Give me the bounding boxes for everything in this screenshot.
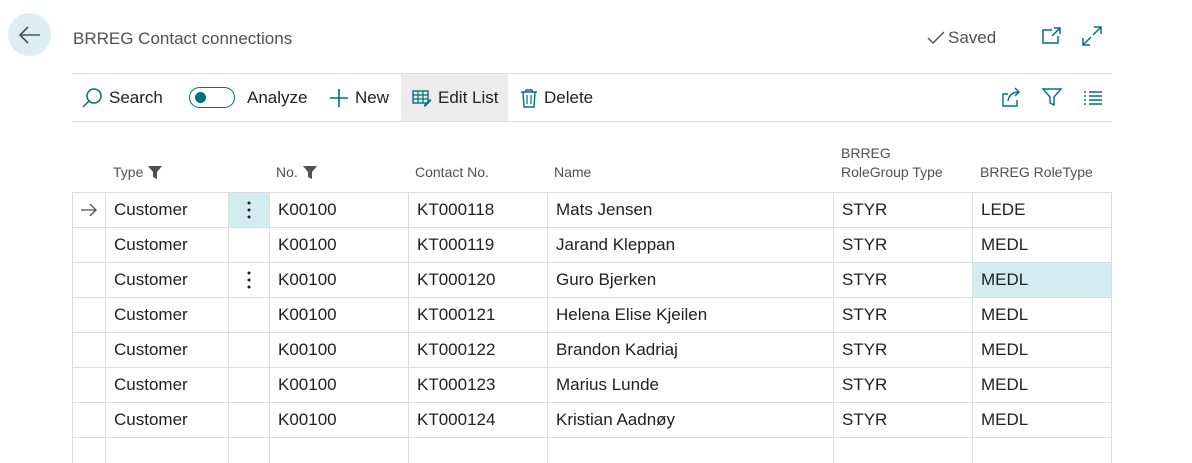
column-header-no-label: No. <box>276 164 298 180</box>
cell-roletype[interactable]: MEDL <box>973 297 1111 332</box>
cell-rolegroup-type[interactable]: STYR <box>834 402 972 437</box>
column-header-no[interactable]: No. <box>276 163 317 182</box>
search-button[interactable]: Search <box>81 74 163 121</box>
back-button[interactable] <box>8 13 51 56</box>
open-in-new-window-icon[interactable] <box>1040 25 1062 47</box>
cell-roletype-selected[interactable]: MEDL <box>973 262 1111 297</box>
cell-contact-no[interactable]: KT000119 <box>409 227 547 262</box>
analyze-toggle[interactable]: Analyze <box>189 74 307 121</box>
column-header-rolegroup-line2: RoleGroup Type <box>841 164 943 180</box>
edit-list-label: Edit List <box>438 87 499 107</box>
cell-rolegroup-type[interactable]: STYR <box>834 192 972 227</box>
cell-no[interactable]: K00100 <box>270 402 408 437</box>
search-icon <box>82 87 102 108</box>
cell-no[interactable]: K00100 <box>270 192 408 227</box>
cell-contact-no[interactable]: KT000118 <box>409 192 547 227</box>
cell-contact-no[interactable]: KT000122 <box>409 332 547 367</box>
row-menu-button[interactable] <box>229 192 269 227</box>
trash-icon <box>521 88 537 108</box>
analyze-label: Analyze <box>247 87 308 107</box>
cell-no[interactable]: K00100 <box>270 367 408 402</box>
cell-contact-no[interactable]: KT000124 <box>409 402 547 437</box>
search-label: Search <box>109 87 163 107</box>
cell-name[interactable]: Helena Elise Kjeilen <box>548 297 833 332</box>
cell-no[interactable]: K00100 <box>270 227 408 262</box>
new-button[interactable]: New <box>329 74 389 121</box>
column-header-type[interactable]: Type <box>113 163 163 182</box>
row-menu-button[interactable] <box>229 262 269 297</box>
edit-list-button[interactable]: Edit List <box>401 74 508 121</box>
cell-name[interactable]: Kristian Aadnøy <box>548 402 833 437</box>
arrow-left-icon <box>18 25 40 44</box>
more-vertical-icon <box>247 271 251 288</box>
cell-type[interactable]: Customer <box>106 262 228 297</box>
delete-label: Delete <box>544 87 594 107</box>
expand-icon[interactable] <box>1081 25 1103 47</box>
delete-button[interactable]: Delete <box>520 74 593 121</box>
cell-rolegroup-type[interactable]: STYR <box>834 367 972 402</box>
column-header-roletype-label: BRREG RoleType <box>980 164 1093 180</box>
cell-roletype[interactable]: LEDE <box>973 192 1111 227</box>
share-icon[interactable] <box>1000 86 1022 108</box>
cell-roletype[interactable]: MEDL <box>973 227 1111 262</box>
cell-type[interactable]: Customer <box>106 297 228 332</box>
cell-roletype[interactable]: MEDL <box>973 367 1111 402</box>
column-header-type-label: Type <box>113 164 144 180</box>
cell-contact-no[interactable]: KT000121 <box>409 297 547 332</box>
arrow-right-icon <box>80 203 97 216</box>
cell-name[interactable]: Mats Jensen <box>548 192 833 227</box>
column-header-contact-no[interactable]: Contact No. <box>415 163 489 182</box>
cell-roletype[interactable]: MEDL <box>973 332 1111 367</box>
cell-type[interactable]: Customer <box>106 367 228 402</box>
cell-type[interactable]: Customer <box>106 227 228 262</box>
cell-rolegroup-type[interactable]: STYR <box>834 297 972 332</box>
column-header-name[interactable]: Name <box>554 163 591 182</box>
cell-no[interactable]: K00100 <box>270 332 408 367</box>
cell-no[interactable]: K00100 <box>270 262 408 297</box>
cell-rolegroup-type[interactable]: STYR <box>834 262 972 297</box>
edit-list-icon <box>412 89 432 106</box>
plus-icon <box>330 88 348 107</box>
column-header-contact-no-label: Contact No. <box>415 164 489 180</box>
filter-icon[interactable] <box>1041 86 1063 108</box>
filter-funnel-icon <box>302 166 317 179</box>
column-header-roletype[interactable]: BRREG RoleType <box>980 163 1093 182</box>
cell-roletype[interactable]: MEDL <box>973 402 1111 437</box>
more-vertical-icon <box>247 201 251 218</box>
saved-label: Saved <box>948 28 997 47</box>
column-header-rolegroup-line1: BRREG <box>841 145 891 161</box>
filter-funnel-icon <box>148 166 163 179</box>
analyze-switch[interactable] <box>189 87 235 108</box>
list-view-icon[interactable] <box>1082 86 1104 108</box>
cell-type[interactable]: Customer <box>106 402 228 437</box>
cell-rolegroup-type[interactable]: STYR <box>834 227 972 262</box>
cell-contact-no[interactable]: KT000120 <box>409 262 547 297</box>
cell-name[interactable]: Jarand Kleppan <box>548 227 833 262</box>
cell-contact-no[interactable]: KT000123 <box>409 367 547 402</box>
cell-type[interactable]: Customer <box>106 332 228 367</box>
cell-no[interactable]: K00100 <box>270 297 408 332</box>
current-row-indicator <box>72 192 105 227</box>
action-bar-bottom-divider <box>72 121 1112 122</box>
data-grid: Customer K00100 KT000118 Mats Jensen STY… <box>72 192 1112 463</box>
page-title: BRREG Contact connections <box>73 29 293 48</box>
saved-status: Saved <box>927 28 996 48</box>
cell-rolegroup-type[interactable]: STYR <box>834 332 972 367</box>
cell-name[interactable]: Marius Lunde <box>548 367 833 402</box>
cell-name[interactable]: Guro Bjerken <box>548 262 833 297</box>
column-header-rolegroup-type[interactable]: BRREG RoleGroup Type <box>841 144 943 182</box>
checkmark-icon <box>927 31 945 44</box>
cell-type[interactable]: Customer <box>106 192 228 227</box>
column-header-name-label: Name <box>554 164 592 180</box>
new-label: New <box>355 87 390 107</box>
cell-name[interactable]: Brandon Kadriaj <box>548 332 833 367</box>
action-bar: Search Analyze New Edit List Delete <box>72 74 1112 121</box>
